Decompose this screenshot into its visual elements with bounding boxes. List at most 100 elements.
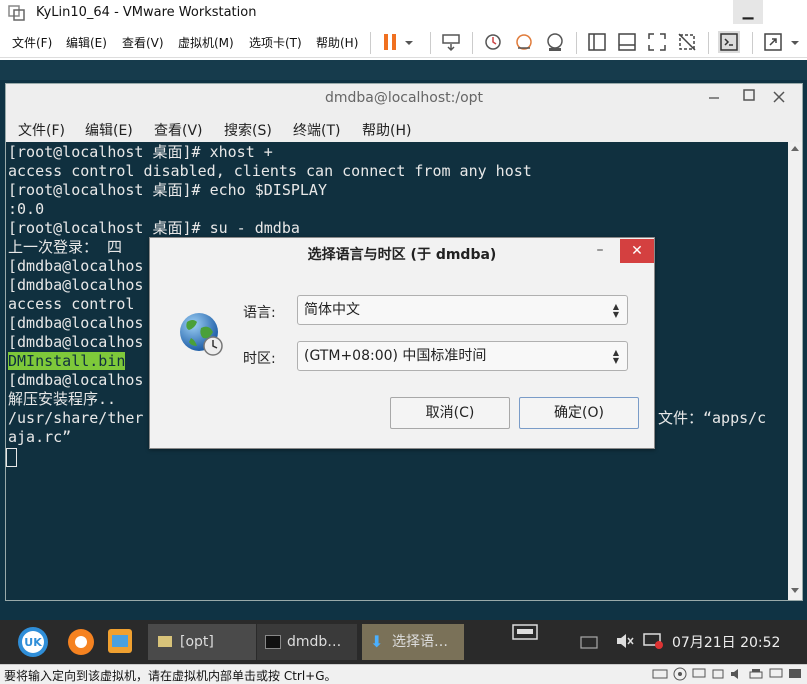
- scroll-down-icon[interactable]: [791, 588, 799, 593]
- timezone-select[interactable]: (GTM+08:00) 中国标准时间 ▲ ▼: [297, 341, 628, 371]
- chevron-down-icon[interactable]: [402, 31, 416, 53]
- status-message: 要将输入定向到该虚拟机，请在虚拟机内部单击或按 Ctrl+G。: [4, 669, 337, 683]
- toolbar-separator: [370, 32, 371, 54]
- input-method-icon[interactable]: [580, 634, 598, 650]
- keyboard-icon[interactable]: [512, 624, 538, 640]
- dialog-minimize-button[interactable]: –: [588, 242, 612, 264]
- snapshot-manager-icon[interactable]: [544, 31, 566, 53]
- pause-icon[interactable]: [380, 31, 402, 53]
- terminal-scrollbar[interactable]: [788, 142, 802, 600]
- fullscreen-icon[interactable]: [646, 31, 668, 53]
- toolbar-separator: [752, 32, 753, 54]
- menu-file[interactable]: 文件(F): [12, 34, 52, 51]
- terminal-line: /usr/share/ther: [8, 409, 144, 427]
- timezone-value: (GTM+08:00) 中国标准时间: [304, 348, 487, 364]
- scroll-up-icon[interactable]: [791, 146, 799, 151]
- printer-icon[interactable]: [748, 667, 764, 681]
- menu-view[interactable]: 查看(V): [122, 34, 164, 51]
- window-title: KyLin10_64 - VMware Workstation: [36, 5, 257, 20]
- taskbar-item-label: [opt]: [180, 634, 214, 650]
- sound-card-icon[interactable]: [729, 667, 745, 681]
- start-menu-icon[interactable]: UK: [16, 625, 50, 659]
- message-icon[interactable]: [787, 667, 803, 681]
- terminal-line: [root@localhost 桌面]# su - dmdba: [8, 219, 300, 237]
- download-arrow-icon: ⬇: [370, 632, 384, 651]
- terminal-line: :0.0: [8, 200, 45, 218]
- vmware-titlebar: KyLin10_64 - VMware Workstation ▁: [0, 0, 807, 26]
- taskbar-item-dialog[interactable]: ⬇ 选择语…: [362, 624, 464, 660]
- maximize-icon[interactable]: [741, 87, 757, 103]
- volume-muted-icon[interactable]: [615, 632, 635, 650]
- minimize-button[interactable]: ▁: [733, 0, 763, 24]
- network-adapter-icon[interactable]: [691, 667, 707, 681]
- terminal-line: [dmdba@localhos: [8, 276, 144, 294]
- network-icon[interactable]: [642, 632, 664, 650]
- close-icon[interactable]: [769, 87, 789, 107]
- send-keys-icon[interactable]: [440, 31, 462, 53]
- console-view-icon[interactable]: [718, 31, 740, 53]
- minimize-icon[interactable]: [706, 90, 722, 104]
- toolbar-separator: [708, 32, 709, 54]
- highlighted-filename: DMInstall.bin: [8, 352, 126, 370]
- terminal-line: [dmdba@localhos: [8, 257, 144, 275]
- menu-vm[interactable]: 虚拟机(M): [178, 34, 234, 51]
- language-select[interactable]: 简体中文 ▲ ▼: [297, 295, 628, 325]
- vmware-statusbar: 要将输入定向到该虚拟机，请在虚拟机内部单击或按 Ctrl+G。: [0, 664, 807, 684]
- menu-tabs[interactable]: 选项卡(T): [249, 34, 302, 51]
- terminal-line-fragment: 文件：“apps/c: [658, 409, 767, 427]
- toolbar-separator: [430, 32, 431, 54]
- taskbar-item-terminal[interactable]: dmdb…: [257, 624, 357, 660]
- terminal-title: dmdba@localhost:/opt: [324, 90, 484, 106]
- menu-edit[interactable]: 编辑(E): [66, 34, 107, 51]
- spin-arrows-icon: ▲ ▼: [612, 302, 619, 319]
- usb-icon[interactable]: [710, 667, 726, 681]
- terminal-line: [dmdba@localhos: [8, 333, 144, 351]
- terminal-line: DMInstall.bin: [8, 352, 126, 371]
- vmware-menubar: 文件(F) 编辑(E) 查看(V) 虚拟机(M) 选项卡(T) 帮助(H): [0, 26, 807, 58]
- terminal-cursor: [6, 448, 17, 467]
- terminal-line: [root@localhost 桌面]# xhost +: [8, 143, 273, 161]
- file-manager-icon[interactable]: [106, 627, 134, 655]
- ok-button[interactable]: 确定(O): [519, 397, 639, 429]
- terminal-menu-search[interactable]: 搜索(S): [224, 120, 272, 140]
- terminal-menu-terminal[interactable]: 终端(T): [293, 120, 340, 140]
- vmware-window: KyLin10_64 - VMware Workstation ▁ 文件(F) …: [0, 0, 807, 684]
- hard-disk-icon[interactable]: [652, 667, 668, 681]
- display-icon[interactable]: [768, 667, 784, 681]
- terminal-line: aja.rc”: [8, 428, 72, 446]
- terminal-menu-edit[interactable]: 编辑(E): [85, 120, 133, 140]
- terminal-menu-file[interactable]: 文件(F): [18, 120, 65, 140]
- taskbar-item-label: 选择语…: [392, 634, 448, 650]
- cancel-button[interactable]: 取消(C): [390, 397, 510, 429]
- taskbar-item-label: dmdb…: [287, 634, 342, 650]
- unity-icon[interactable]: [676, 31, 698, 53]
- revert-snapshot-icon[interactable]: [513, 31, 535, 53]
- taskbar-item-opt[interactable]: [opt]: [148, 624, 256, 660]
- dialog-close-button[interactable]: ✕: [620, 239, 654, 263]
- thumbnail-bar-icon[interactable]: [616, 31, 638, 53]
- svg-text:UK: UK: [24, 636, 42, 649]
- terminal-line: [dmdba@localhos: [8, 314, 144, 332]
- cd-drive-icon[interactable]: [672, 667, 688, 681]
- firefox-icon[interactable]: [66, 627, 96, 657]
- folder-icon: [158, 636, 172, 647]
- menu-help[interactable]: 帮助(H): [316, 34, 358, 51]
- clock[interactable]: 07月21日 20:52: [672, 632, 780, 652]
- guest-taskbar: UK [opt] dmdb… ⬇ 选择语… 07月21日 20:52: [0, 620, 807, 664]
- timezone-label: 时区:: [243, 351, 276, 367]
- terminal-menu-view[interactable]: 查看(V): [154, 120, 203, 140]
- snapshot-icon[interactable]: [482, 31, 504, 53]
- toolbar-separator: [576, 32, 577, 54]
- terminal-line: access control disabled, clients can con…: [8, 162, 532, 180]
- terminal-line: 上一次登录： 四: [8, 238, 123, 256]
- globe-clock-icon: [180, 313, 223, 356]
- terminal-line: [dmdba@localhos: [8, 371, 144, 389]
- terminal-line: access control: [8, 295, 135, 313]
- language-value: 简体中文: [304, 302, 360, 318]
- stretch-icon[interactable]: [762, 31, 784, 53]
- terminal-menu-help[interactable]: 帮助(H): [362, 120, 411, 140]
- sidebar-icon[interactable]: [586, 31, 608, 53]
- terminal-line: 解压安装程序..: [8, 390, 117, 408]
- language-label: 语言:: [243, 305, 276, 321]
- chevron-down-icon[interactable]: [788, 31, 802, 53]
